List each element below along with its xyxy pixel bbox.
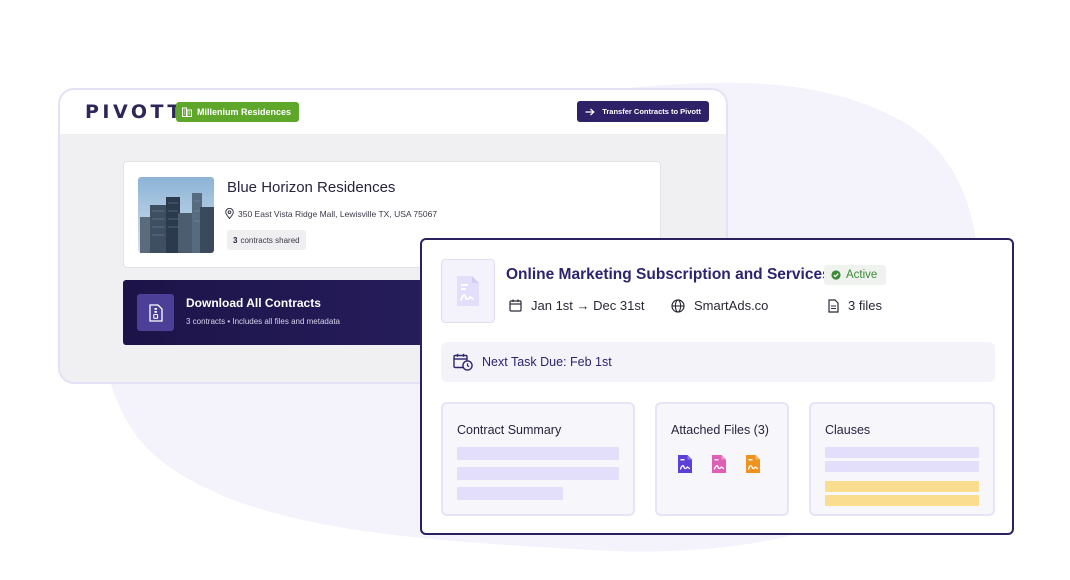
clause-highlight xyxy=(825,481,979,492)
check-circle-icon xyxy=(831,270,841,280)
clause-highlight xyxy=(825,495,979,506)
attached-files-title: Attached Files (3) xyxy=(671,423,769,437)
calendar-clock-icon xyxy=(453,353,473,371)
contract-vendor-text[interactable]: SmartAds.co xyxy=(694,298,768,313)
download-subtitle: 3 contracts • Includes all files and met… xyxy=(186,317,340,326)
building-photo xyxy=(138,177,214,253)
clauses-title: Clauses xyxy=(825,423,871,437)
transfer-contracts-button[interactable]: Transfer Contracts to Pivott xyxy=(577,101,709,122)
contract-summary-panel[interactable]: Contract Summary xyxy=(441,402,635,516)
download-title: Download All Contracts xyxy=(186,296,321,310)
summary-line xyxy=(457,487,563,500)
contract-files: 3 files xyxy=(828,298,882,313)
status-badge: Active xyxy=(824,265,887,285)
clause-line xyxy=(825,461,979,472)
property-name: Blue Horizon Residences xyxy=(227,179,396,196)
clause-line xyxy=(825,447,979,458)
status-label: Active xyxy=(846,269,878,281)
property-tag[interactable]: Millenium Residences xyxy=(176,102,300,122)
contract-document-icon xyxy=(441,259,495,323)
contract-card[interactable]: Online Marketing Subscription and Servic… xyxy=(420,238,1014,535)
contract-period-text: Jan 1st → Dec 31st xyxy=(531,298,645,313)
property-address-text: 350 East Vista Ridge Mall, Lewisville TX… xyxy=(238,208,438,219)
contract-files-text: 3 files xyxy=(848,298,882,313)
transfer-button-label: Transfer Contracts to Pivott xyxy=(602,107,701,116)
contract-file-icon[interactable] xyxy=(677,454,693,474)
contract-meta: Jan 1st → Dec 31st SmartAds.co 3 files xyxy=(509,298,882,313)
globe-icon xyxy=(671,298,685,313)
contract-file-icon[interactable] xyxy=(745,454,761,474)
contracts-suffix: contracts shared xyxy=(240,235,300,245)
contract-summary-title: Contract Summary xyxy=(457,423,562,437)
attached-files-panel[interactable]: Attached Files (3) xyxy=(655,402,789,516)
zip-file-icon xyxy=(137,294,174,331)
clauses-panel[interactable]: Clauses xyxy=(809,402,995,516)
next-task-text: Next Task Due: Feb 1st xyxy=(482,355,612,369)
download-all-contracts-button[interactable]: Download All Contracts 3 contracts • Inc… xyxy=(123,280,443,345)
contract-title[interactable]: Online Marketing Subscription and Servic… xyxy=(506,266,831,284)
pivott-logo[interactable]: PIVOTT xyxy=(85,101,184,123)
calendar-icon xyxy=(509,299,522,312)
contract-file-icon[interactable] xyxy=(711,454,727,474)
summary-line xyxy=(457,467,619,480)
contracts-shared-badge: 3 contracts shared xyxy=(227,230,306,250)
next-task-bar[interactable]: Next Task Due: Feb 1st xyxy=(441,342,995,382)
arrow-right-icon xyxy=(585,108,595,115)
attached-file-list xyxy=(677,454,761,474)
building-icon xyxy=(182,107,192,117)
property-tag-label: Millenium Residences xyxy=(197,107,292,117)
contract-vendor: SmartAds.co xyxy=(671,298,828,313)
document-icon xyxy=(828,298,839,313)
contracts-count: 3 xyxy=(233,235,238,245)
location-pin-icon xyxy=(225,208,234,219)
contract-period: Jan 1st → Dec 31st xyxy=(509,298,671,313)
app-header: PIVOTT Millenium Residences Transfer Con… xyxy=(60,90,726,134)
property-address: 350 East Vista Ridge Mall, Lewisville TX… xyxy=(225,208,437,219)
summary-line xyxy=(457,447,619,460)
